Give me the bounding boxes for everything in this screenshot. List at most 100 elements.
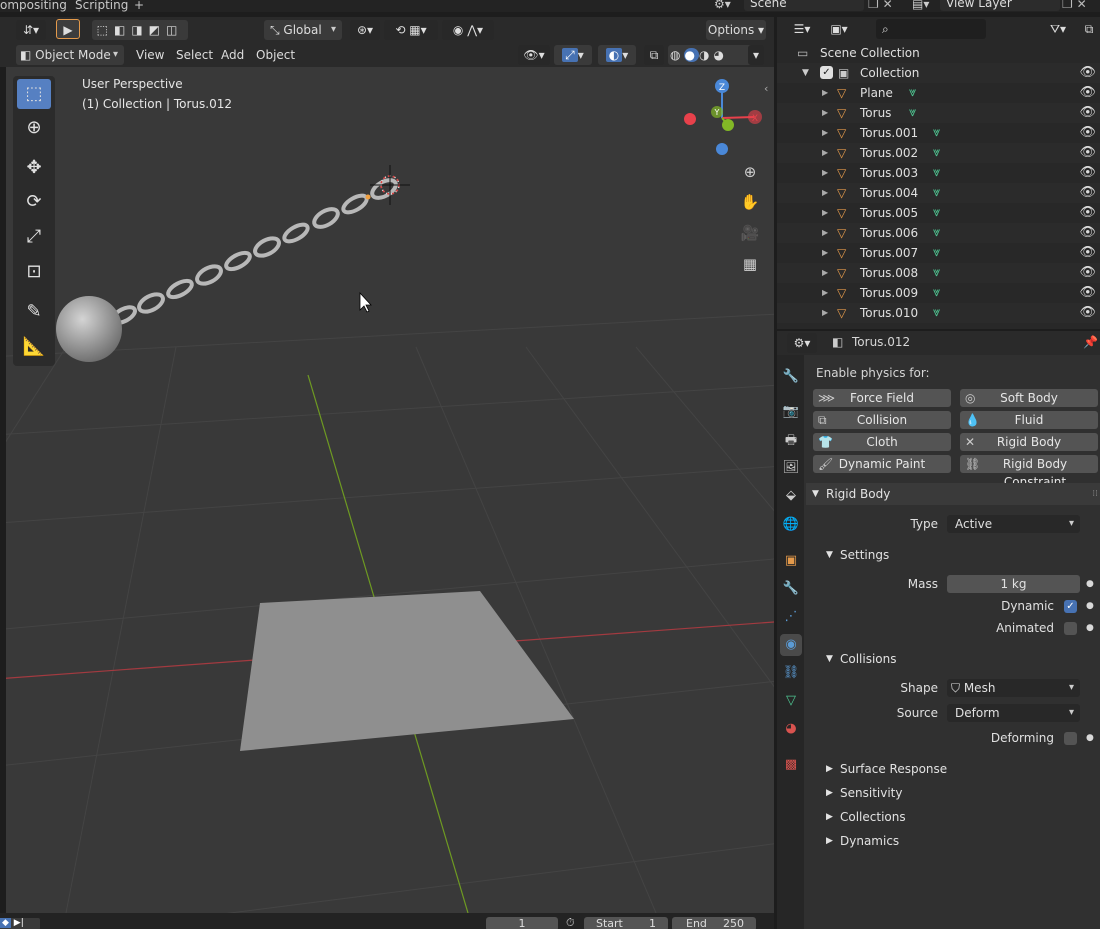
eye-icon[interactable]: 👁 [1079,63,1096,83]
grid-view-icon[interactable]: ▦ [737,251,763,277]
select-tool-icon[interactable]: ▶ [56,19,80,39]
shading-options-chevron-icon[interactable]: ▾ [748,45,764,65]
expand-arrow-icon[interactable]: ▶ [822,123,828,143]
shading-mode-icons[interactable]: ◍●◑◕ [668,45,754,65]
eye-icon[interactable]: 👁 [1079,203,1096,223]
mesh-data-icon[interactable]: ⩔ [933,283,940,303]
eye-icon[interactable]: 👁 [1079,263,1096,283]
keyframe-dot-icon[interactable]: ● [1086,733,1094,743]
outliner-item[interactable]: ▶ ▽ Torus.009 ⩔ 👁 [777,283,1100,303]
pin-icon[interactable]: 📌 [1083,335,1098,349]
cursor-tool-icon[interactable]: ⊕ [17,113,51,143]
mesh-data-icon[interactable]: ⩔ [909,103,916,123]
expand-arrow-icon[interactable]: ▶ [822,223,828,243]
settings-subpanel-header[interactable]: ▼ Settings [818,544,1100,566]
outliner-item[interactable]: ▶ ▽ Torus ⩔ 👁 [777,103,1100,123]
navigation-gizmo[interactable]: Z X Y [684,79,762,155]
scene-selector[interactable]: Scene [744,0,864,11]
add-workspace-button[interactable]: + [134,0,144,12]
move-tool-icon[interactable]: ✥ [17,153,51,183]
fluid-button[interactable]: 💧 Fluid [960,411,1098,429]
zoom-icon[interactable]: ⊕ [737,159,763,185]
expand-arrow-icon[interactable]: ▶ [822,203,828,223]
outliner-search-input[interactable]: ⌕ [876,19,986,39]
expand-arrow-icon[interactable]: ▶ [822,83,828,103]
rigid-body-constraint-button[interactable]: ⛓ Rigid Body Constraint [960,455,1098,489]
mesh-data-icon[interactable]: ⩔ [933,183,940,203]
expand-arrow-icon[interactable]: ▶ [822,263,828,283]
camera-icon[interactable]: 🎥 [737,220,763,246]
source-dropdown[interactable]: Deform ▾ [947,704,1080,722]
dynamic-paint-button[interactable]: 🖌 Dynamic Paint [813,455,951,473]
eye-icon[interactable]: 👁 [1079,283,1096,303]
shape-dropdown[interactable]: ⛉ Mesh ▾ [947,679,1080,697]
texture-tab-icon[interactable]: ▩ [780,754,802,776]
dynamics-subpanel[interactable]: ▶ Dynamics [818,830,1100,852]
expand-arrow-icon[interactable]: ▶ [822,143,828,163]
collection-enabled-checkbox[interactable]: ✓ [820,66,833,79]
outliner-editor-type-icon[interactable]: ☰▾ [787,19,817,39]
expand-arrow-icon[interactable]: ▶ [822,103,828,123]
eye-icon[interactable]: 👁 [1079,123,1096,143]
sensitivity-subpanel[interactable]: ▶ Sensitivity [818,782,1100,804]
deforming-checkbox[interactable] [1064,732,1077,745]
editor-type-icon[interactable]: ⇵▾ [16,20,46,40]
eye-icon[interactable]: 👁 [1079,143,1096,163]
eye-icon[interactable]: 👁 [1079,183,1096,203]
start-frame-field[interactable]: Start 1 [584,917,668,929]
expand-arrow-icon[interactable]: ▶ [822,163,828,183]
mesh-data-icon[interactable]: ⩔ [933,223,940,243]
outliner-item[interactable]: ▶ ▽ Torus.002 ⩔ 👁 [777,143,1100,163]
menu-view[interactable]: View [131,45,169,65]
soft-body-button[interactable]: ◎ Soft Body [960,389,1098,407]
select-mode-icons[interactable]: ⬚◧◨◩◫ [92,20,188,40]
measure-tool-icon[interactable]: 📐 [17,332,51,362]
rigid-body-remove-button[interactable]: ✕ Rigid Body [960,433,1098,451]
transform-orientation-dropdown[interactable]: ⤡ Global ▾ [264,20,342,40]
expand-arrow-icon[interactable]: ▶ [822,183,828,203]
outliner-item[interactable]: ▶ ▽ Plane ⩔ 👁 [777,83,1100,103]
keyframe-dot-icon[interactable]: ● [1086,623,1094,633]
keyframe-dot-icon[interactable]: ● [1086,601,1094,611]
force-field-button[interactable]: ⋙ Force Field [813,389,951,407]
view-layer-selector[interactable]: View Layer [940,0,1060,11]
outliner-item[interactable]: ▶ ▽ Torus.007 ⩔ 👁 [777,243,1100,263]
annotate-tool-icon[interactable]: ✎ [17,297,51,327]
scene-icon[interactable]: ⚙▾ [714,0,731,11]
expand-arrow-icon[interactable]: ▶ [822,283,828,303]
drag-handle-icon[interactable]: ⁞⁞ [1092,483,1098,505]
overlay-toggle-icon[interactable]: ◐ ▾ [598,45,636,65]
object-tab-icon[interactable]: ▣ [780,550,802,572]
select-box-tool-icon[interactable]: ⬚ [17,79,51,109]
gizmo-toggle-icon[interactable]: ⤢ ▾ [554,45,592,65]
cloth-button[interactable]: 👕 Cloth [813,433,951,451]
outliner-item[interactable]: ▶ ▽ Torus.004 ⩔ 👁 [777,183,1100,203]
mesh-data-icon[interactable]: ⩔ [933,163,940,183]
filter-icon[interactable]: ⛛▾ [1042,19,1074,39]
pivot-point-icon[interactable]: ⊛▾ [350,20,380,40]
current-frame-field[interactable]: 1 [486,917,558,929]
collision-button[interactable]: ⧉ Collision [813,411,951,429]
scale-tool-icon[interactable]: ⤢ [17,222,51,252]
scene-new-icon[interactable]: ❐ ✕ [868,0,893,11]
menu-add[interactable]: Add [216,45,249,65]
display-mode-icon[interactable]: ▣▾ [824,19,854,39]
pan-hand-icon[interactable]: ✋ [737,189,763,215]
mesh-data-icon[interactable]: ⩔ [933,303,940,323]
proportional-edit-icon[interactable]: ◉ ⋀▾ [442,20,494,40]
collections-subpanel[interactable]: ▶ Collections [818,806,1100,828]
eye-icon[interactable]: 👁 [1079,243,1096,263]
physics-tab-icon[interactable]: ◉ [780,634,802,656]
plane-mesh[interactable] [240,591,574,751]
outliner-collection[interactable]: ▼ ✓ ▣ Collection 👁 [777,63,1100,83]
mesh-data-icon[interactable]: ⩔ [909,83,916,103]
expand-arrow-icon[interactable]: ▶ [822,243,828,263]
chain-mesh[interactable] [111,176,399,325]
outliner-item[interactable]: ▶ ▽ Torus.008 ⩔ 👁 [777,263,1100,283]
properties-editor-type-icon[interactable]: ⚙▾ [787,333,817,353]
eye-icon[interactable]: 👁 [1079,83,1096,103]
outliner-item[interactable]: ▶ ▽ Torus.001 ⩔ 👁 [777,123,1100,143]
type-dropdown[interactable]: Active ▾ [947,515,1080,533]
modifier-tab-icon[interactable]: 🔧 [780,578,802,600]
mesh-data-icon[interactable]: ⩔ [933,203,940,223]
